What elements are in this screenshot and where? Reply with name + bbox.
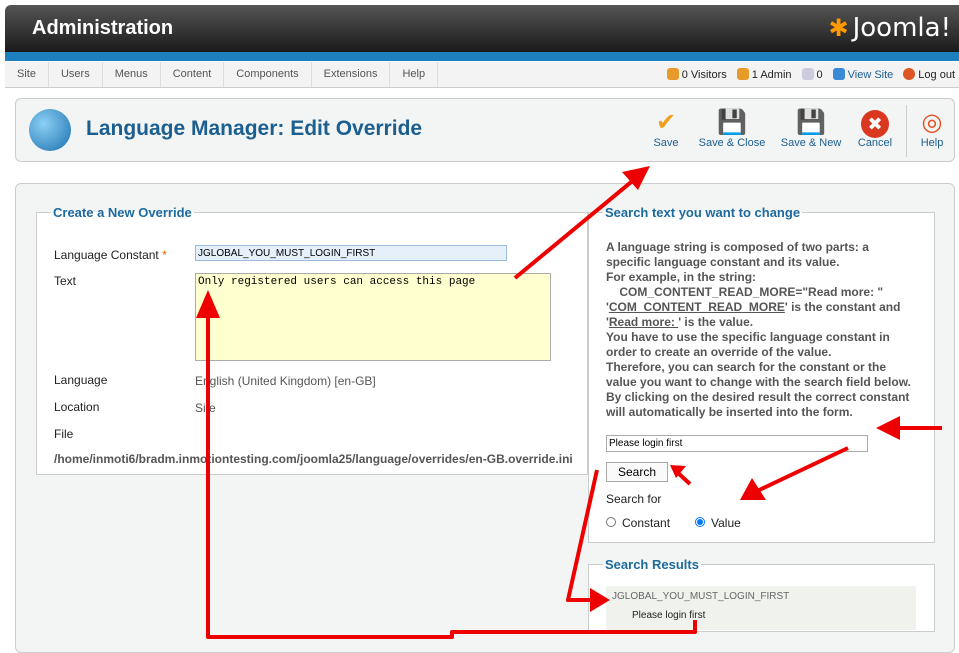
- save-button[interactable]: ✔ Save: [648, 109, 684, 149]
- constant-example: COM_CONTENT_READ_MORE: [608, 300, 785, 314]
- search-legend: Search text you want to change: [605, 205, 801, 220]
- cancel-button[interactable]: ✖ Cancel: [854, 109, 896, 149]
- power-icon: [903, 68, 916, 80]
- menu-menus[interactable]: Menus: [103, 62, 161, 87]
- save-close-button[interactable]: 💾 Save & Close: [696, 109, 768, 149]
- search-result-item[interactable]: JGLOBAL_YOU_MUST_LOGIN_FIRST Please logi…: [606, 586, 916, 630]
- text-label: Text: [54, 274, 77, 288]
- checkmark-icon: ✔: [655, 109, 677, 136]
- toolbar: Language Manager: Edit Override ✔ Save 💾 S…: [15, 98, 955, 162]
- menu-components[interactable]: Components: [224, 62, 312, 87]
- view-site-link[interactable]: View Site: [832, 68, 893, 81]
- header-bar: Administration ✱ Joomla!: [5, 5, 959, 52]
- cancel-icon: ✖: [854, 109, 896, 138]
- location-value: Site: [195, 401, 216, 415]
- lifebuoy-icon: ◎: [921, 109, 943, 136]
- create-override-legend: Create a New Override: [53, 205, 192, 220]
- menu-extensions[interactable]: Extensions: [312, 62, 391, 87]
- radio-constant[interactable]: Constant: [606, 516, 670, 530]
- messages-status[interactable]: 0: [801, 68, 823, 81]
- file-path: /home/inmoti6/bradm.inmotiontesting.com/…: [54, 452, 573, 466]
- search-for-label: Search for: [606, 492, 662, 506]
- result-constant: JGLOBAL_YOU_MUST_LOGIN_FIRST: [612, 591, 790, 602]
- save-new-button[interactable]: 💾 Save & New: [778, 109, 844, 149]
- floppy-icon: 💾: [717, 109, 747, 136]
- admin-status: 1 Admin: [736, 68, 792, 81]
- user-icon: [666, 68, 679, 80]
- toolbar-divider: [906, 105, 907, 157]
- menu-users[interactable]: Users: [49, 62, 103, 87]
- floppy-plus-icon: 💾: [796, 109, 826, 136]
- user-icon: [736, 68, 749, 80]
- language-label: Language: [54, 373, 108, 387]
- constant-label: Language Constant *: [54, 248, 167, 262]
- globe-icon: [29, 109, 71, 151]
- joomla-logo: ✱ Joomla!: [828, 13, 952, 43]
- search-fieldset: Search text you want to change A languag…: [588, 205, 935, 543]
- constant-input[interactable]: [195, 245, 507, 261]
- result-value: Please login first: [632, 610, 706, 621]
- menu-help[interactable]: Help: [390, 62, 439, 87]
- file-label: File: [54, 427, 74, 441]
- visitors-status: 0 Visitors: [666, 68, 727, 81]
- help-button[interactable]: ◎ Help: [916, 109, 948, 149]
- language-value: English (United Kingdom) [en-GB]: [195, 374, 376, 388]
- location-label: Location: [54, 400, 100, 414]
- create-override-fieldset: Create a New Override Language Constant …: [36, 205, 588, 475]
- page-title: Language Manager: Edit Override: [86, 117, 423, 140]
- search-input[interactable]: [606, 435, 868, 452]
- search-button[interactable]: Search: [606, 462, 668, 482]
- logout-link[interactable]: Log out: [903, 68, 955, 81]
- status-bar: 0 Visitors 1 Admin 0 View Site Log out: [666, 62, 955, 87]
- header-stripe: [5, 52, 959, 61]
- radio-constant-input[interactable]: [606, 517, 616, 527]
- mail-icon: [801, 68, 814, 80]
- monitor-icon: [832, 68, 845, 80]
- radio-value-input[interactable]: [695, 517, 705, 527]
- search-results-legend: Search Results: [605, 557, 699, 572]
- joomla-logo-icon: ✱: [828, 14, 849, 42]
- menu-content[interactable]: Content: [161, 62, 225, 87]
- radio-value[interactable]: Value: [695, 516, 741, 530]
- header-title: Administration: [32, 17, 174, 39]
- menu-site[interactable]: Site: [5, 62, 49, 87]
- value-example: Read more:: [608, 315, 679, 329]
- text-textarea[interactable]: Only registered users can access this pa…: [195, 273, 551, 361]
- search-results-fieldset: Search Results JGLOBAL_YOU_MUST_LOGIN_FI…: [588, 557, 935, 632]
- search-help-text: A language string is composed of two par…: [606, 240, 911, 419]
